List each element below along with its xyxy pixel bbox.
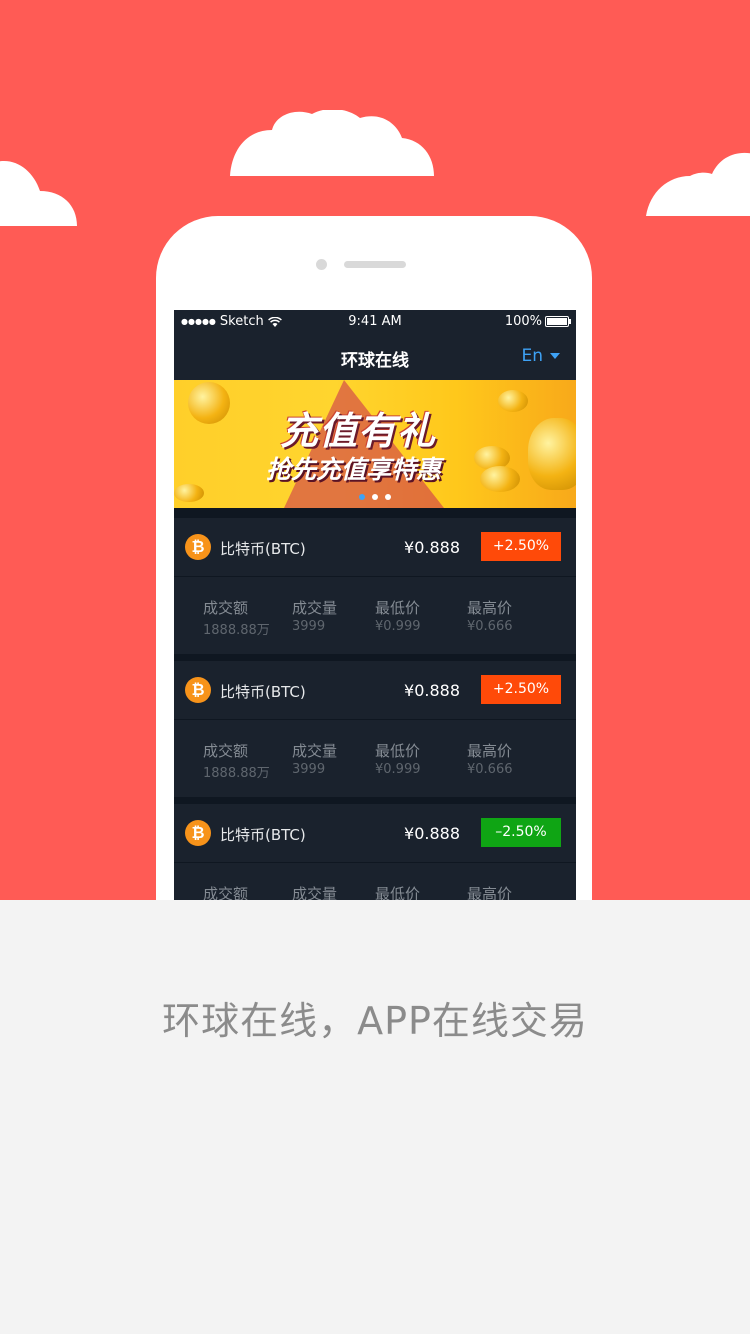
promo-caption: 环球在线，APP在线交易 — [162, 999, 588, 1043]
stat-value: ¥0.666 — [467, 619, 513, 634]
stat-label: 最高价 — [467, 885, 513, 900]
carousel-dot[interactable] — [372, 494, 378, 500]
bitcoin-icon: ₿ — [185, 820, 211, 846]
cloud-left-decoration — [0, 161, 77, 226]
banner-subline: 抢先充值享特惠 — [266, 455, 442, 484]
stat-label: 最低价 — [375, 742, 421, 760]
stat-label: 成交额 — [203, 742, 249, 760]
carousel-dot[interactable] — [359, 494, 365, 500]
coin-name: 比特币(BTC) — [220, 683, 306, 701]
cloud-right-decoration — [646, 152, 750, 216]
coin-icon — [480, 466, 520, 492]
stat-label: 成交量 — [292, 599, 338, 617]
stat-value: ¥0.666 — [467, 762, 513, 777]
language-label: En — [521, 346, 543, 366]
stat-label: 最高价 — [467, 742, 513, 760]
coin-price: ¥0.888 — [404, 681, 460, 700]
app-screen: ●●●●● Sketch 9:41 AM 100% 环球在线 En 充值有礼 抢… — [174, 310, 576, 900]
stat-label: 最低价 — [375, 599, 421, 617]
money-bag-icon — [528, 418, 576, 490]
coin-icon — [188, 382, 230, 424]
price-change-badge: +2.50% — [481, 675, 561, 704]
page-title: 环球在线 — [341, 351, 409, 371]
coin-icon — [498, 390, 528, 412]
caret-down-icon — [550, 353, 560, 359]
speaker-grille — [344, 261, 406, 268]
stat-label: 成交量 — [292, 885, 338, 900]
navigation-bar: 环球在线 En — [174, 334, 576, 380]
coin-price: ¥0.888 — [404, 824, 460, 843]
cloud-center-decoration — [230, 110, 434, 176]
promo-banner[interactable]: 充值有礼 抢先充值享特惠 — [174, 380, 576, 508]
bitcoin-icon: ₿ — [185, 534, 211, 560]
stat-value: ¥0.999 — [375, 619, 421, 634]
coin-price: ¥0.888 — [404, 538, 460, 557]
battery-percentage: 100% — [504, 314, 542, 329]
battery-icon — [545, 316, 571, 327]
coin-card[interactable]: ₿ 比特币(BTC) ¥0.888 +2.50% 成交额 1888.88万 成交量… — [174, 661, 576, 797]
stat-label: 成交量 — [292, 742, 338, 760]
stat-value: ¥0.999 — [375, 762, 421, 777]
price-change-badge: –2.50% — [481, 818, 561, 847]
coin-card[interactable]: ₿ 比特币(BTC) ¥0.888 –2.50% 成交额 成交量 最低价 最高价 — [174, 804, 576, 900]
stat-value: 1888.88万 — [203, 766, 270, 781]
language-switcher[interactable]: En — [521, 346, 560, 366]
camera-icon — [316, 259, 327, 270]
coin-card[interactable]: ₿ 比特币(BTC) ¥0.888 +2.50% 成交额 1888.88万 成交量… — [174, 518, 576, 654]
carousel-indicators — [174, 494, 576, 500]
stat-label: 最低价 — [375, 885, 421, 900]
stat-value: 3999 — [292, 619, 326, 634]
coin-name: 比特币(BTC) — [220, 826, 306, 844]
stat-value: 3999 — [292, 762, 326, 777]
stat-value: 1888.88万 — [203, 623, 270, 638]
status-bar: ●●●●● Sketch 9:41 AM 100% — [174, 310, 576, 334]
coin-name: 比特币(BTC) — [220, 540, 306, 558]
stat-label: 成交额 — [203, 599, 249, 617]
stat-label: 成交额 — [203, 885, 249, 900]
bitcoin-icon: ₿ — [185, 677, 211, 703]
stat-label: 最高价 — [467, 599, 513, 617]
banner-headline: 充值有礼 — [280, 409, 437, 453]
carousel-dot[interactable] — [385, 494, 391, 500]
price-change-badge: +2.50% — [481, 532, 561, 561]
